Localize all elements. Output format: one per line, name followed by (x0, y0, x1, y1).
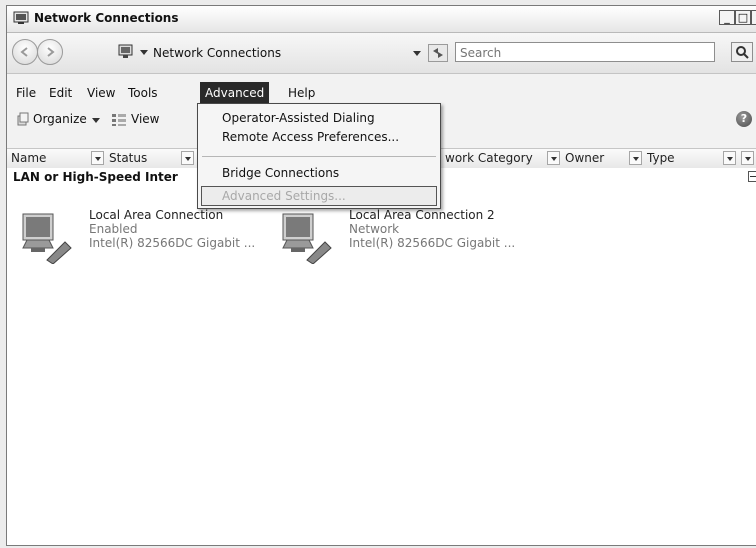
column-type-dropdown[interactable] (723, 151, 736, 165)
maximize-button[interactable]: □ (735, 10, 751, 25)
column-name[interactable]: Name (7, 149, 91, 168)
location-icon (117, 44, 135, 60)
organize-dropdown-icon[interactable] (92, 118, 100, 123)
network-folder-icon (13, 11, 29, 25)
views-icon (111, 113, 127, 127)
column-name-dropdown[interactable] (91, 151, 104, 165)
network-adapter-icon (19, 206, 75, 265)
minimize-button[interactable]: _ (719, 10, 735, 25)
column-type[interactable]: Type (643, 149, 703, 168)
menu-help[interactable]: Help (283, 82, 320, 104)
window-title: Network Connections (34, 11, 179, 25)
column-owner-dropdown[interactable] (629, 151, 642, 165)
column-owner[interactable]: Owner (561, 149, 625, 168)
address-dropdown-icon[interactable] (413, 51, 421, 56)
organize-button[interactable]: Organize (33, 112, 87, 126)
menu-view[interactable]: View (82, 82, 120, 104)
address-bar: Network Connections (7, 33, 756, 74)
back-button[interactable] (12, 39, 38, 65)
help-icon[interactable]: ? (736, 111, 752, 127)
title-bar: Network Connections _ □ × (7, 6, 756, 33)
search-icon[interactable] (731, 42, 753, 62)
menu-item-remote-access-preferences[interactable]: Remote Access Preferences... (222, 127, 399, 147)
group-collapse-button[interactable] (748, 171, 756, 182)
search-input[interactable] (456, 43, 704, 63)
menu-tools[interactable]: Tools (123, 82, 163, 104)
menu-edit[interactable]: Edit (44, 82, 77, 104)
menu-bar: File Edit View Tools Advanced Help (7, 82, 756, 104)
column-status[interactable]: Status (105, 149, 185, 168)
connection-device: Intel(R) 82566DC Gigabit ... (349, 236, 516, 250)
connection-status: Network (349, 222, 400, 236)
group-header: LAN or High-Speed Inter (13, 170, 178, 184)
organize-icon (16, 112, 30, 126)
connection-name: Local Area Connection 2 (349, 208, 495, 222)
forward-button[interactable] (37, 39, 63, 65)
connection-device: Intel(R) 82566DC Gigabit ... (89, 236, 256, 250)
connection-status: Enabled (89, 222, 138, 236)
menu-separator (202, 156, 436, 157)
column-extra-dropdown[interactable] (741, 151, 754, 165)
column-network-category-dropdown[interactable] (547, 151, 560, 165)
connections-list: LAN or High-Speed Inter Local Area Conne… (7, 168, 756, 545)
breadcrumb[interactable]: Network Connections (153, 46, 281, 60)
advanced-menu-dropdown: Operator-Assisted Dialing Remote Access … (197, 103, 441, 209)
menu-advanced[interactable]: Advanced (200, 82, 270, 104)
menu-item-bridge-connections[interactable]: Bridge Connections (222, 163, 339, 183)
menu-item-advanced-settings[interactable]: Advanced Settings... (222, 186, 346, 206)
connection-name: Local Area Connection (89, 208, 224, 222)
breadcrumb-arrow-icon[interactable] (140, 50, 148, 55)
views-button[interactable]: View (131, 112, 159, 126)
network-adapter-icon (279, 206, 335, 265)
close-button[interactable]: × (751, 10, 756, 25)
menu-item-operator-assisted-dialing[interactable]: Operator-Assisted Dialing (222, 108, 375, 128)
network-connections-window: Network Connections _ □ × Network Connec… (6, 5, 756, 546)
column-network-category[interactable]: work Category (441, 149, 545, 168)
search-box[interactable] (455, 42, 715, 63)
menu-file[interactable]: File (11, 82, 41, 104)
refresh-icon[interactable] (428, 44, 448, 62)
column-status-dropdown[interactable] (181, 151, 194, 165)
